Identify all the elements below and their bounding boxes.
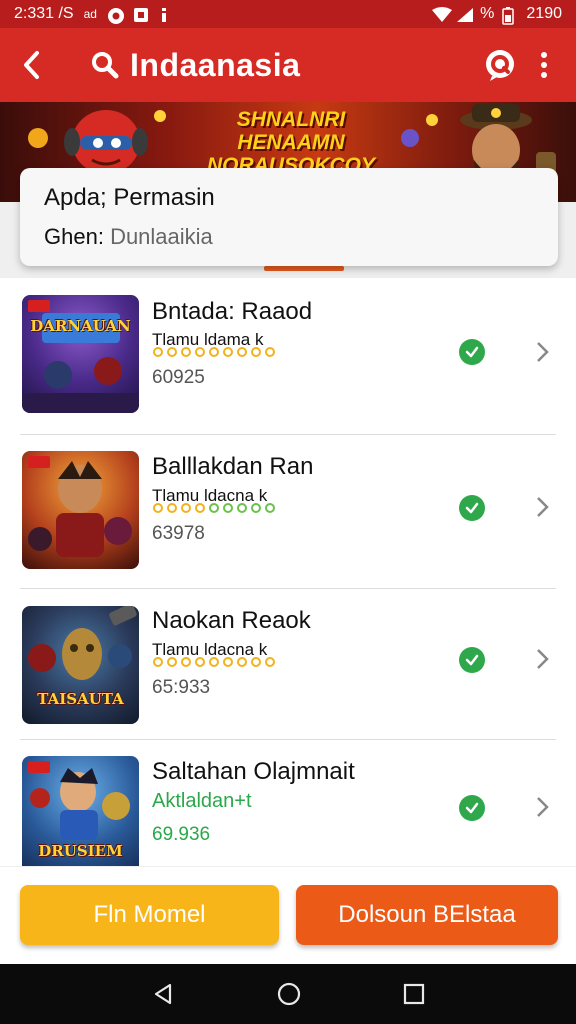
item-title: Bntada: Raaod — [152, 298, 313, 325]
game-art-icon — [28, 461, 132, 557]
game-art-icon — [22, 313, 139, 413]
banner-line-1: SHNALNRI HENAAMN — [236, 108, 346, 154]
active-tab-indicator — [264, 266, 344, 271]
back-button[interactable] — [0, 28, 64, 102]
status-right-text: 2190 — [526, 5, 562, 22]
thumbnail-title: DARNAUAN — [30, 317, 131, 335]
more-vert-icon — [541, 52, 547, 78]
info-card[interactable]: Apda; Permasin Ghen: Dunlaaikia — [20, 168, 558, 266]
item-title: Balllakdan Ran — [152, 453, 314, 480]
status-time: 2:331 /S — [14, 5, 74, 22]
rating-stars-icon — [153, 657, 275, 667]
thumbnail-badge — [28, 761, 50, 773]
list-item[interactable]: DARNAUAN Bntada: Raaod Tlamu ldama k 609… — [0, 280, 576, 430]
thumbnail-title: TAISAUTA — [37, 690, 124, 708]
game-list: DARNAUAN Bntada: Raaod Tlamu ldama k 609… — [0, 280, 576, 866]
chevron-right-icon — [537, 497, 549, 517]
item-code: 60925 — [152, 367, 205, 388]
help-button[interactable] — [478, 43, 522, 87]
game-thumbnail — [22, 451, 139, 569]
game-thumbnail: TAISAUTA — [22, 606, 139, 724]
rating-stars-icon — [153, 503, 275, 513]
status-percent: % — [480, 5, 495, 22]
info-card-label: Ghen: — [44, 224, 104, 249]
info-card-value: Dunlaaikia — [110, 224, 213, 249]
check-icon — [459, 795, 485, 821]
nav-back-icon[interactable] — [151, 982, 175, 1006]
battery-icon — [502, 7, 518, 25]
list-item[interactable]: TAISAUTA Naokan Reaok Tlamu ldacna k 65:… — [0, 589, 576, 739]
signal-icon — [456, 7, 474, 22]
status-indicator: ad — [83, 7, 97, 21]
chevron-right-icon — [537, 797, 549, 817]
list-item[interactable]: Balllakdan Ran Tlamu ldacna k 63978 — [0, 435, 576, 585]
status-bar: 2:331 /S ad % 2190 — [0, 0, 576, 28]
check-icon — [459, 647, 485, 673]
back-arrow-icon — [24, 51, 39, 79]
check-icon — [459, 339, 485, 365]
chevron-right-icon — [537, 649, 549, 669]
system-nav-bar — [0, 964, 576, 1024]
page-title: Indaanasia — [130, 46, 301, 83]
nav-home-icon[interactable] — [276, 981, 302, 1007]
item-code: 65:933 — [152, 677, 211, 698]
info-card-title: Apda; Permasin — [44, 184, 215, 211]
primary-yellow-button[interactable]: Fln Momel — [20, 885, 279, 945]
item-subtitle: Aktlaldan+t — [152, 790, 252, 812]
bottom-action-bar: Fln Momel Dolsoun BElstaa — [0, 866, 576, 964]
banner-headline: SHNALNRI HENAAMN NORAUSOKCOY — [186, 108, 396, 177]
chevron-right-icon — [537, 342, 549, 362]
check-icon — [459, 495, 485, 521]
nav-recents-icon[interactable] — [403, 983, 425, 1005]
item-title: Saltahan Olajmnait — [152, 758, 355, 785]
info-card-detail: Ghen: Dunlaaikia — [44, 224, 534, 250]
app-bar: Indaanasia — [0, 28, 576, 102]
search-icon[interactable] — [90, 50, 120, 80]
item-code: 69.936 — [152, 824, 211, 845]
thumbnail-title: DRUSIEM — [38, 842, 123, 860]
rating-stars-icon — [153, 347, 275, 357]
item-title: Naokan Reaok — [152, 607, 311, 634]
primary-orange-button[interactable]: Dolsoun BElstaa — [296, 885, 558, 945]
thumbnail-badge — [28, 300, 50, 312]
game-thumbnail: DRUSIEM — [22, 756, 139, 866]
list-item[interactable]: DRUSIEM Saltahan Olajmnait Aktlaldan+t 6… — [0, 740, 576, 866]
item-code: 63978 — [152, 523, 205, 544]
more-options-button[interactable] — [522, 43, 566, 87]
info-icon — [159, 7, 175, 22]
notification-icon — [107, 7, 124, 24]
wifi-icon — [432, 7, 453, 22]
help-icon — [486, 50, 514, 81]
thumbnail-badge — [28, 456, 50, 468]
game-thumbnail: DARNAUAN — [22, 295, 139, 413]
app-notification-icon — [133, 7, 149, 22]
